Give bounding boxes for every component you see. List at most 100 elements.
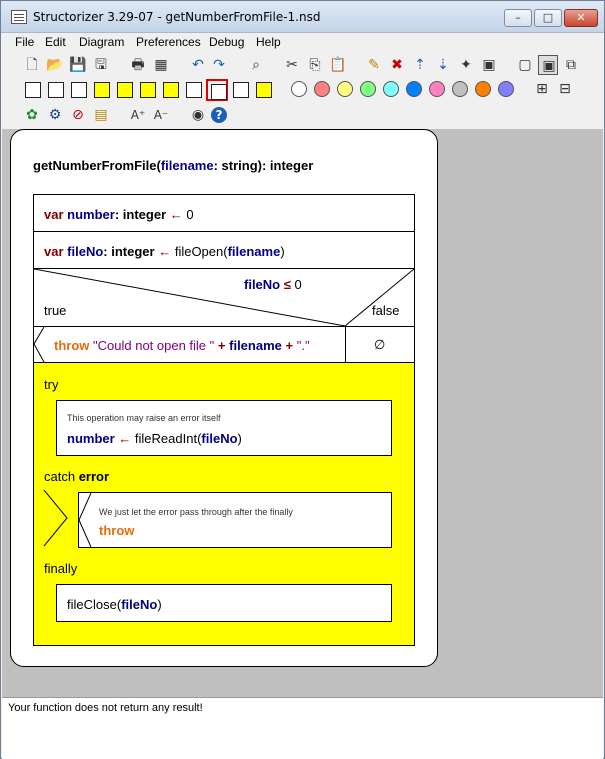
forever-icon[interactable] [160, 79, 180, 99]
jump-arrow-shape [34, 327, 45, 362]
catch-throw: throw [99, 523, 135, 538]
while-icon[interactable] [114, 79, 134, 99]
color-cyan[interactable] [383, 81, 399, 97]
try-statement[interactable]: This operation may raise an error itself… [56, 400, 392, 456]
diagram-canvas[interactable]: getNumberFromFile(filename: string): int… [2, 129, 603, 697]
minimize-icon: – [515, 11, 521, 24]
true-label: true [44, 303, 67, 318]
color-purple[interactable] [498, 81, 514, 97]
jump-icon[interactable] [206, 79, 228, 101]
false-label: false [372, 303, 400, 318]
statement-text: number ← fileReadInt(fileNo) [67, 431, 242, 446]
close-button[interactable]: ✕ [564, 9, 598, 27]
subroutine-icon[interactable]: ⊞ [532, 79, 552, 99]
print-icon[interactable]: 🖶 [128, 55, 148, 75]
catch-statement[interactable]: We just let the error pass through after… [78, 492, 392, 548]
parallel-icon[interactable] [230, 79, 250, 99]
try-block[interactable]: try This operation may raise an error it… [33, 362, 415, 646]
color-pink[interactable] [429, 81, 445, 97]
color-red[interactable] [314, 81, 330, 97]
undo-icon[interactable]: ↶ [188, 55, 208, 75]
statement-var-number[interactable]: var number: integer ← 0 [33, 194, 415, 232]
window-title: Structorizer 3.29-07 - getNumberFromFile… [33, 10, 321, 24]
function-signature[interactable]: getNumberFromFile(filename: string): int… [33, 158, 313, 173]
close-icon: ✕ [576, 11, 586, 24]
transmute-icon[interactable]: ✦ [456, 55, 476, 75]
repeat-icon[interactable] [137, 79, 157, 99]
finally-statement[interactable]: fileClose(fileNo) [56, 584, 392, 622]
settings-icon[interactable]: ⚙ [45, 105, 65, 125]
help-icon[interactable]: ? [209, 105, 229, 125]
instruction-icon[interactable] [22, 79, 42, 99]
maximize-icon: □ [542, 11, 554, 24]
font-down-icon[interactable]: A⁻ [151, 105, 171, 125]
condition-text: fileNo ≤ 0 [244, 277, 302, 292]
for-icon[interactable] [91, 79, 111, 99]
alternative-diagonals [34, 269, 414, 326]
menu-bar: File Edit Diagram Preferences Debug Help [2, 33, 603, 53]
menu-preferences[interactable]: Preferences [136, 35, 201, 49]
maximize-button[interactable]: □ [534, 9, 562, 27]
cut-icon[interactable]: ✂ [282, 55, 302, 75]
copy-icon[interactable]: ⎘ [305, 55, 325, 75]
status-message: Your function does not return any result… [8, 702, 203, 714]
statement-text: fileClose(fileNo) [67, 597, 162, 612]
save-as-icon[interactable]: 🖫 [91, 55, 111, 75]
case-icon[interactable] [68, 79, 88, 99]
finally-label: finally [44, 561, 78, 576]
export-icon[interactable]: ▦ [151, 55, 171, 75]
try-label: try [44, 377, 59, 392]
menu-help[interactable]: Help [256, 35, 281, 49]
font-up-icon[interactable]: A⁺ [128, 105, 148, 125]
view-icon-1[interactable]: ▢ [515, 55, 535, 75]
jump-throw[interactable]: throw "Could not open file " + filename … [33, 326, 346, 363]
statement-text: throw "Could not open file " + filename … [54, 338, 310, 353]
new-icon[interactable]: 🗋 [22, 55, 42, 75]
title-bar: Structorizer 3.29-07 - getNumberFromFile… [1, 1, 604, 33]
edit-icon[interactable]: ✎ [364, 55, 384, 75]
save-icon[interactable]: 💾 [68, 55, 88, 75]
function-name: getNumberFromFile( [33, 158, 161, 173]
statement-var-fileno[interactable]: var fileNo: integer ← fileOpen(filename) [33, 231, 415, 269]
open-icon[interactable]: 📂 [45, 55, 65, 75]
analysis-icon[interactable]: ▤ [91, 105, 111, 125]
include-icon[interactable]: ⊟ [555, 79, 575, 99]
alternative-icon[interactable] [45, 79, 65, 99]
statement-text: var number: integer ← 0 [44, 207, 194, 222]
status-panel: Your function does not return any result… [2, 697, 603, 759]
color-white[interactable] [291, 81, 307, 97]
color-orange[interactable] [475, 81, 491, 97]
redo-icon[interactable]: ↷ [209, 55, 229, 75]
menu-diagram[interactable]: Diagram [79, 35, 124, 49]
eye-icon[interactable]: ◉ [188, 105, 208, 125]
move-up-icon[interactable]: ⇡ [410, 55, 430, 75]
catch-chevron [43, 490, 68, 547]
nsd-diagram[interactable]: getNumberFromFile(filename: string): int… [10, 129, 438, 667]
menu-edit[interactable]: Edit [45, 35, 66, 49]
delete-icon[interactable]: ✖ [387, 55, 407, 75]
paste-icon[interactable]: 📋 [328, 55, 348, 75]
turtle-icon[interactable]: ✿ [22, 105, 42, 125]
color-yellow[interactable] [337, 81, 353, 97]
view-icon-3[interactable]: ⧉ [561, 55, 581, 75]
color-green[interactable] [360, 81, 376, 97]
catch-jump-shape [79, 493, 92, 547]
view-icon-2[interactable]: ▣ [538, 55, 558, 75]
empty-branch[interactable]: ∅ [345, 326, 415, 363]
catch-comment: We just let the error pass through after… [99, 507, 293, 517]
function-return: : string): integer [213, 158, 314, 173]
color-blue[interactable] [406, 81, 422, 97]
alternative-condition[interactable]: fileNo ≤ 0 true false [33, 268, 415, 327]
color-gray[interactable] [452, 81, 468, 97]
find-icon[interactable]: ⌕ [246, 55, 266, 75]
app-window: Structorizer 3.29-07 - getNumberFromFile… [0, 0, 605, 759]
menu-debug[interactable]: Debug [209, 35, 244, 49]
call-icon[interactable] [183, 79, 203, 99]
menu-file[interactable]: File [15, 35, 34, 49]
try-icon[interactable] [253, 79, 273, 99]
collapse-icon[interactable]: ▣ [479, 55, 499, 75]
move-down-icon[interactable]: ⇣ [433, 55, 453, 75]
no-analysis-icon[interactable]: ⊘ [68, 105, 88, 125]
minimize-button[interactable]: – [504, 9, 532, 27]
empty-symbol: ∅ [374, 337, 386, 352]
